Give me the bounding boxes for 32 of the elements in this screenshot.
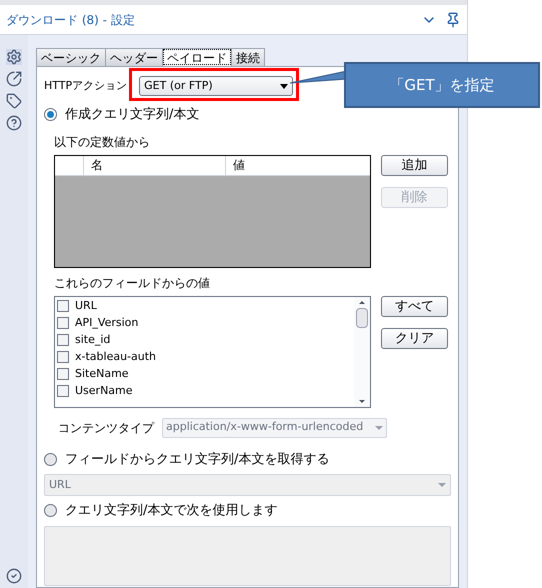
http-action-dropdown[interactable]: GET (or FTP) [139,76,294,96]
section-label: 以下の定数値から [54,134,151,150]
tab[interactable]: 接続 [231,48,265,66]
tab[interactable]: ベーシック [36,48,106,66]
action-button[interactable]: クリア [381,328,448,348]
checklist-item[interactable]: x-tableau-auth [57,348,156,366]
callout: 「GET」を指定 [344,62,540,108]
tag-icon[interactable] [6,93,22,109]
checklist-item[interactable]: API_Version [57,314,138,332]
field-label: コンテンツタイプ [58,420,154,436]
settings-icon[interactable] [6,49,22,65]
checklist-item[interactable]: UserName [57,382,133,400]
pin-icon[interactable] [445,12,461,28]
column-header[interactable]: 値 [226,156,370,174]
checklist-item[interactable]: SiteName [57,366,129,382]
tab[interactable]: ペイロード [162,48,232,66]
tab[interactable]: ヘッダー [105,48,163,66]
section-label: これらのフィールドからの値 [54,274,211,292]
action-button[interactable]: 追加 [381,154,448,176]
radio-option[interactable]: フィールドからクエリ文字列/本文を取得する [44,450,330,469]
check-circle-icon[interactable] [6,568,22,584]
circle-arrow-icon[interactable] [6,71,22,87]
panel-title: ダウンロード (8) - 設定 [6,12,136,28]
action-button[interactable]: すべて [381,296,448,316]
radio-option[interactable]: クエリ文字列/本文で次を使用します [44,501,278,520]
radio-option[interactable]: 作成クエリ文字列/本文 [44,105,200,124]
checklist-item[interactable]: URL [57,298,97,314]
scrollbar[interactable] [354,296,370,406]
column-header[interactable]: 名 [84,156,226,174]
checklist-item[interactable]: site_id [57,332,110,348]
help-icon[interactable] [6,115,22,131]
field-label: HTTPアクション [44,78,128,94]
